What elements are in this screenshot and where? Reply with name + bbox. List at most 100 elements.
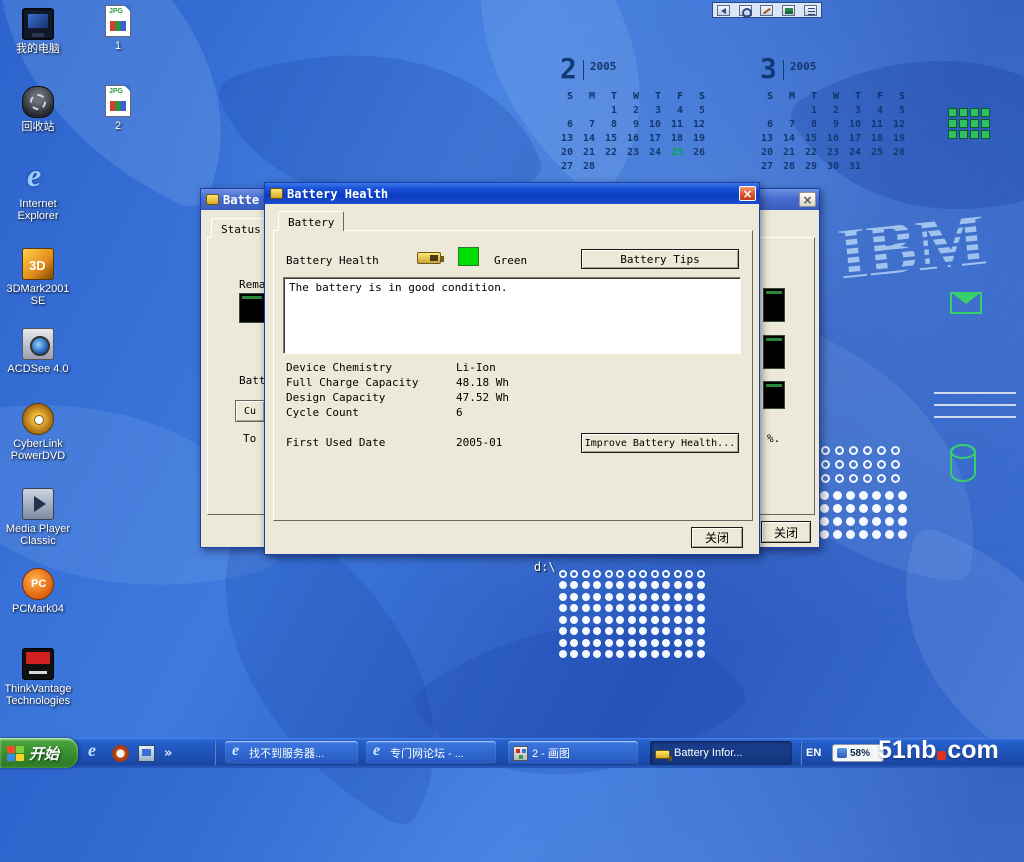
internet-explorer-icon[interactable] xyxy=(86,745,103,762)
desktop-icon-pcmark[interactable]: PCMark04 xyxy=(4,568,72,615)
calendar-day: 13 xyxy=(756,133,778,147)
calendar-day-header: S xyxy=(556,91,578,105)
dot-decoration xyxy=(651,570,659,578)
dot-decoration xyxy=(820,504,829,513)
language-indicator[interactable]: EN xyxy=(806,747,821,759)
battery-tips-button[interactable]: Battery Tips xyxy=(581,249,739,269)
ie-icon xyxy=(230,746,245,761)
zoom-icon[interactable] xyxy=(739,5,752,16)
calendar-day: 28 xyxy=(778,161,800,175)
desktop-icon-internet-explorer[interactable]: Internet Explorer xyxy=(4,163,72,222)
calendar-day xyxy=(578,105,600,119)
desktop-icon-powerdvd[interactable]: CyberLink PowerDVD xyxy=(4,403,72,462)
dot-decoration xyxy=(662,650,670,658)
dot-decoration xyxy=(639,639,647,647)
taskbar-divider xyxy=(800,741,802,765)
detail-label: Design Capacity xyxy=(286,391,385,404)
dot-decoration xyxy=(662,570,670,578)
tab-status[interactable]: Status xyxy=(211,218,271,238)
desktop-icon-media-player-classic[interactable]: Media Player Classic xyxy=(4,488,72,547)
dot-decoration xyxy=(628,604,636,612)
dot-decoration xyxy=(846,504,855,513)
grid-icon[interactable] xyxy=(782,5,795,16)
dot-decoration xyxy=(674,639,682,647)
calendar-day: 24 xyxy=(644,147,666,161)
dot-decoration xyxy=(820,530,829,539)
dot-decoration xyxy=(639,570,647,578)
condition-textarea[interactable]: The battery is in good condition. xyxy=(283,277,741,354)
desktop-file-2[interactable]: JPG2 xyxy=(96,85,140,132)
tab-battery[interactable]: Battery xyxy=(278,211,344,231)
dot-decoration xyxy=(835,446,844,455)
calendar-day: 29 xyxy=(800,161,822,175)
taskbar-task-4[interactable]: Battery Infor... xyxy=(650,741,792,765)
calendar-day: 3 xyxy=(644,105,666,119)
start-button[interactable]: 开始 xyxy=(0,738,78,768)
close-icon[interactable] xyxy=(739,186,756,201)
dot-decoration xyxy=(849,474,858,483)
close-button[interactable]: 关闭 xyxy=(761,521,811,543)
desktop-file-1[interactable]: JPG1 xyxy=(96,5,140,52)
dot-decoration xyxy=(685,604,693,612)
clipboard-icon[interactable] xyxy=(804,5,817,16)
percent-label: %. xyxy=(767,432,780,445)
taskbar-task-3[interactable]: 2 - 画图 xyxy=(508,741,638,765)
taskbar-task-2[interactable]: 专门网论坛 - ... xyxy=(366,741,496,765)
media-player-icon[interactable] xyxy=(112,745,129,762)
dot-decoration xyxy=(697,639,705,647)
dot-decoration xyxy=(863,446,872,455)
close-icon[interactable] xyxy=(799,192,816,207)
dot-decoration xyxy=(559,570,567,578)
chevron-more-icon[interactable] xyxy=(164,746,172,761)
calendar-day: 1 xyxy=(600,105,622,119)
calendar-day xyxy=(600,161,622,175)
detail-row: Full Charge Capacity 48.18 Wh xyxy=(265,376,759,390)
battery-tray-indicator[interactable]: 58% xyxy=(832,744,884,762)
dot-decoration xyxy=(582,627,590,635)
task-label: 找不到服务器... xyxy=(249,745,324,761)
calendar-day: 15 xyxy=(800,133,822,147)
battery-icon xyxy=(837,748,847,758)
calendar-day-header: T xyxy=(644,91,666,105)
dot-decoration xyxy=(674,627,682,635)
calendar-month: 3 xyxy=(760,56,777,82)
first-used-label: First Used Date xyxy=(286,436,385,449)
current-button[interactable]: Cu xyxy=(235,400,265,422)
dot-decoration xyxy=(616,650,624,658)
desktop-icon-thinkvantage[interactable]: ThinkVantage Technologies xyxy=(4,648,72,707)
dot-decoration xyxy=(593,650,601,658)
battery-gauge xyxy=(763,288,785,322)
watermark: 51nb com xyxy=(878,736,999,765)
close-button[interactable]: 关闭 xyxy=(691,527,743,548)
dot-decoration xyxy=(593,604,601,612)
desktop-icon-my-computer[interactable]: 我的电脑 xyxy=(4,8,72,55)
pcmark-icon xyxy=(22,568,54,600)
powerdvd-icon xyxy=(22,403,54,435)
calendar-day: 4 xyxy=(666,105,688,119)
calendar-day: 22 xyxy=(800,147,822,161)
calendar-day: 24 xyxy=(844,147,866,161)
dot-decoration xyxy=(835,474,844,483)
dot-decoration xyxy=(885,491,894,500)
taskbar-task-1[interactable]: 找不到服务器... xyxy=(225,741,358,765)
dot-decoration xyxy=(628,627,636,635)
dot-decoration xyxy=(697,604,705,612)
recycle-bin-icon xyxy=(22,86,54,118)
improve-battery-health-button[interactable]: Improve Battery Health... xyxy=(581,433,739,453)
dot-decoration xyxy=(877,446,886,455)
dot-decoration xyxy=(582,581,590,589)
window-titlebar[interactable]: Battery Health xyxy=(265,183,759,204)
dot-pattern-filled xyxy=(818,489,909,541)
desktop-icon-recycle-bin[interactable]: 回收站 xyxy=(4,86,72,133)
desktop-icon-acdsee[interactable]: ACDSee 4.0 xyxy=(4,328,72,375)
speaker-icon[interactable] xyxy=(717,5,730,16)
calendar-day: 26 xyxy=(888,147,910,161)
dot-decoration xyxy=(833,517,842,526)
show-desktop-icon[interactable] xyxy=(138,745,155,762)
calendar-day xyxy=(666,161,688,175)
dot-decoration xyxy=(559,627,567,635)
desktop-icon-3dmark[interactable]: 3DMark2001 SE xyxy=(4,248,72,307)
pen-icon[interactable] xyxy=(760,5,773,16)
dot-decoration xyxy=(605,570,613,578)
desktop-icon-label: ACDSee 4.0 xyxy=(4,363,72,375)
